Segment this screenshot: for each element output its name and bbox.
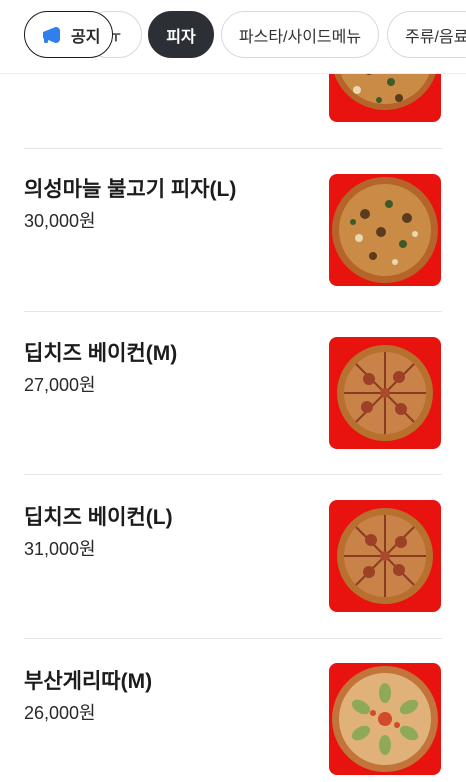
menu-item-thumbnail[interactable] — [329, 337, 441, 449]
row-divider — [24, 638, 442, 639]
menu-item-price: 31,000원 — [24, 539, 96, 559]
pizza-bulgogi-icon — [332, 177, 438, 283]
category-chip-pasta-side[interactable]: 파스타/사이드메뉴 — [221, 11, 379, 58]
menu-item-price: 26,000원 — [24, 703, 96, 723]
row-divider — [24, 474, 442, 475]
notice-chip-label: 공지 — [71, 28, 101, 46]
menu-item-thumbnail[interactable] — [329, 174, 441, 286]
menu-item-price: 30,000원 — [24, 211, 96, 231]
category-chip-drinks[interactable]: 주류/음료 — [387, 11, 466, 58]
category-bar: ㅠ 공지 피자 파스타/사이드메뉴 주류/음료 — [0, 0, 466, 74]
menu-item-name: 딥치즈 베이컨(M) — [24, 342, 178, 365]
category-chip-pasta-side-label: 파스타/사이드메뉴 — [238, 28, 362, 46]
pizza-crab-icon — [332, 666, 438, 772]
menu-item-thumbnail[interactable] — [329, 500, 441, 612]
notice-chip[interactable]: 공지 — [24, 11, 113, 58]
category-chip-drinks-label: 주류/음료 — [405, 28, 466, 46]
category-chip-pizza-label: 피자 — [166, 28, 196, 46]
category-chip-pizza[interactable]: 피자 — [148, 11, 214, 58]
menu-item-name: 딥치즈 베이컨(L) — [24, 506, 173, 529]
menu-item-name: 부산게리따(M) — [24, 670, 153, 693]
pizza-bacon-icon — [337, 508, 433, 604]
row-divider — [24, 311, 442, 312]
menu-item-price: 27,000원 — [24, 375, 96, 395]
menu-item-name: 의성마늘 불고기 피자(L) — [24, 178, 237, 201]
menu-item-thumbnail[interactable] — [329, 663, 441, 775]
megaphone-icon — [43, 26, 60, 43]
pizza-bacon-icon — [337, 345, 433, 441]
row-divider — [24, 148, 442, 149]
